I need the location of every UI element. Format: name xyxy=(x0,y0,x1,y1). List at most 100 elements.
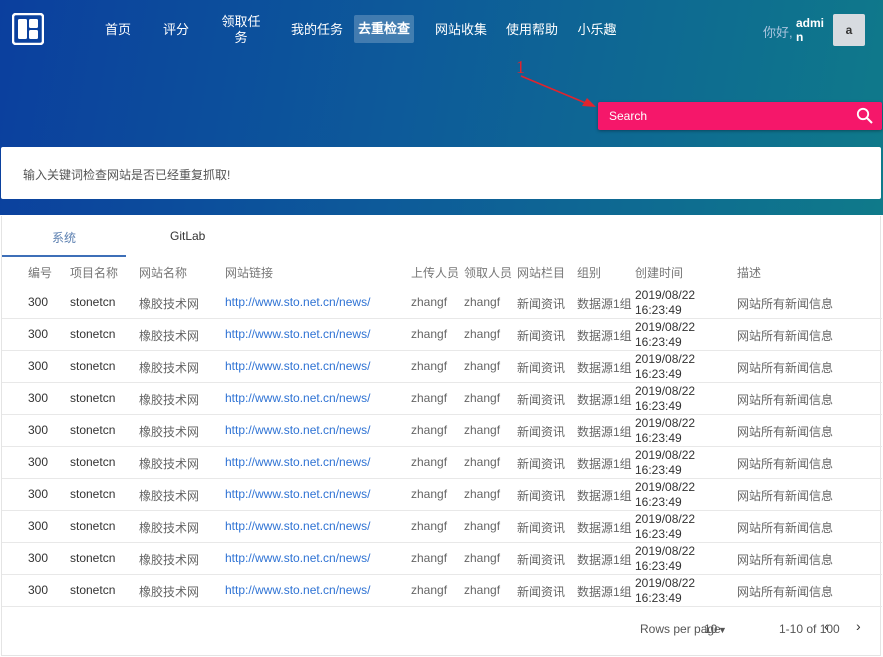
cell-id: 300 xyxy=(28,583,49,597)
cell-uploader: zhangf xyxy=(411,455,448,469)
cell-site-url[interactable]: http://www.sto.net.cn/news/ xyxy=(225,583,370,597)
cell-site-name: 橡胶技术网 xyxy=(139,361,200,375)
cell-site-name: 橡胶技术网 xyxy=(139,425,200,439)
cell-description: 网站所有新闻信息 xyxy=(737,457,834,471)
cell-id: 300 xyxy=(28,455,49,469)
cell-created: 2019/08/22 16:23:49 xyxy=(635,416,696,445)
cell-claimer: zhangf xyxy=(464,583,501,597)
cell-group: 数据源1组 xyxy=(577,329,632,343)
prev-page-button[interactable]: ‹ xyxy=(824,618,829,634)
cell-created: 2019/08/22 16:23:49 xyxy=(635,512,696,541)
tab-active-indicator xyxy=(2,255,126,257)
cell-description: 网站所有新闻信息 xyxy=(737,425,834,439)
app-logo-icon[interactable] xyxy=(12,13,44,45)
table-row[interactable]: 300 stonetcn 橡胶技术网 http://www.sto.net.cn/ne… xyxy=(2,479,882,511)
cell-section: 新闻资讯 xyxy=(517,521,566,535)
column-header-project[interactable]: 项目名称 xyxy=(70,264,118,281)
next-page-button[interactable]: › xyxy=(856,618,861,634)
search-input[interactable]: Search xyxy=(609,109,647,123)
cell-created: 2019/08/22 16:23:49 xyxy=(635,352,696,381)
column-header-site-name[interactable]: 网站名称 xyxy=(139,264,187,281)
cell-uploader: zhangf xyxy=(411,423,448,437)
table-row[interactable]: 300 stonetcn 橡胶技术网 http://www.sto.net.cn/ne… xyxy=(2,575,882,607)
cell-site-url[interactable]: http://www.sto.net.cn/news/ xyxy=(225,487,370,501)
chevron-down-icon[interactable]: ▼ xyxy=(718,625,727,635)
cell-id: 300 xyxy=(28,359,49,373)
tab-gitlab[interactable]: GitLab xyxy=(170,229,205,243)
cell-section: 新闻资讯 xyxy=(517,361,566,375)
table-row[interactable]: 300 stonetcn 橡胶技术网 http://www.sto.net.cn/ne… xyxy=(2,287,882,319)
cell-uploader: zhangf xyxy=(411,359,448,373)
cell-site-url[interactable]: http://www.sto.net.cn/news/ xyxy=(225,295,370,309)
cell-group: 数据源1组 xyxy=(577,553,632,567)
cell-site-url[interactable]: http://www.sto.net.cn/news/ xyxy=(225,423,370,437)
cell-section: 新闻资讯 xyxy=(517,585,566,599)
cell-description: 网站所有新闻信息 xyxy=(737,585,834,599)
table-row[interactable]: 300 stonetcn 橡胶技术网 http://www.sto.net.cn/ne… xyxy=(2,319,882,351)
nav-item-help[interactable]: 使用帮助 xyxy=(503,22,561,38)
table-row[interactable]: 300 stonetcn 橡胶技术网 http://www.sto.net.cn/ne… xyxy=(2,543,882,575)
cell-section: 新闻资讯 xyxy=(517,329,566,343)
cell-section: 新闻资讯 xyxy=(517,297,566,311)
column-header-claimer[interactable]: 领取人员 xyxy=(464,264,512,281)
cell-claimer: zhangf xyxy=(464,423,501,437)
cell-id: 300 xyxy=(28,391,49,405)
tab-system[interactable]: 系统 xyxy=(52,229,76,246)
nav-item-rating[interactable]: 评分 xyxy=(158,22,194,38)
nav-item-my-tasks[interactable]: 我的任务 xyxy=(288,22,346,38)
greeting-text: 你好, xyxy=(763,25,793,40)
column-header-id[interactable]: 编号 xyxy=(28,264,52,281)
table-row[interactable]: 300 stonetcn 橡胶技术网 http://www.sto.net.cn/ne… xyxy=(2,511,882,543)
cell-site-name: 橡胶技术网 xyxy=(139,553,200,567)
cell-created: 2019/08/22 16:23:49 xyxy=(635,384,696,413)
cell-created: 2019/08/22 16:23:49 xyxy=(635,320,696,349)
avatar[interactable]: a xyxy=(833,14,865,46)
column-header-description[interactable]: 描述 xyxy=(737,264,761,281)
table-row[interactable]: 300 stonetcn 橡胶技术网 http://www.sto.net.cn/ne… xyxy=(2,415,882,447)
cell-claimer: zhangf xyxy=(464,327,501,341)
search-icon[interactable] xyxy=(856,107,874,125)
column-header-section[interactable]: 网站栏目 xyxy=(517,264,565,281)
table-row[interactable]: 300 stonetcn 橡胶技术网 http://www.sto.net.cn/ne… xyxy=(2,351,882,383)
column-header-group[interactable]: 组别 xyxy=(577,264,601,281)
cell-group: 数据源1组 xyxy=(577,585,632,599)
cell-description: 网站所有新闻信息 xyxy=(737,489,834,503)
search-bar[interactable]: Search xyxy=(598,102,882,130)
column-header-site-url[interactable]: 网站链接 xyxy=(225,264,273,281)
nav-item-site-collection[interactable]: 网站收集 xyxy=(432,22,490,38)
cell-project: stonetcn xyxy=(70,551,116,565)
cell-description: 网站所有新闻信息 xyxy=(737,297,834,311)
cell-site-name: 橡胶技术网 xyxy=(139,297,200,311)
cell-site-url[interactable]: http://www.sto.net.cn/news/ xyxy=(225,455,370,469)
cell-site-url[interactable]: http://www.sto.net.cn/news/ xyxy=(225,519,370,533)
cell-site-url[interactable]: http://www.sto.net.cn/news/ xyxy=(225,359,370,373)
cell-site-name: 橡胶技术网 xyxy=(139,393,200,407)
cell-group: 数据源1组 xyxy=(577,521,632,535)
cell-claimer: zhangf xyxy=(464,295,501,309)
cell-group: 数据源1组 xyxy=(577,393,632,407)
cell-site-url[interactable]: http://www.sto.net.cn/news/ xyxy=(225,327,370,341)
cell-site-name: 橡胶技术网 xyxy=(139,329,200,343)
cell-claimer: zhangf xyxy=(464,359,501,373)
cell-description: 网站所有新闻信息 xyxy=(737,521,834,535)
cell-id: 300 xyxy=(28,423,49,437)
rows-per-page-select[interactable]: 10 xyxy=(704,622,717,636)
cell-project: stonetcn xyxy=(70,295,116,309)
nav-item-claim-task[interactable]: 领取任务 xyxy=(218,14,264,46)
column-header-uploader[interactable]: 上传人员 xyxy=(411,264,459,281)
cell-uploader: zhangf xyxy=(411,487,448,501)
cell-section: 新闻资讯 xyxy=(517,553,566,567)
cell-uploader: zhangf xyxy=(411,551,448,565)
cell-uploader: zhangf xyxy=(411,583,448,597)
cell-site-url[interactable]: http://www.sto.net.cn/news/ xyxy=(225,391,370,405)
cell-group: 数据源1组 xyxy=(577,457,632,471)
cell-site-url[interactable]: http://www.sto.net.cn/news/ xyxy=(225,551,370,565)
nav-item-dedup-check[interactable]: 去重检查 xyxy=(354,15,414,43)
cell-created: 2019/08/22 16:23:49 xyxy=(635,448,696,477)
column-header-created[interactable]: 创建时间 xyxy=(635,264,683,281)
table-row[interactable]: 300 stonetcn 橡胶技术网 http://www.sto.net.cn/ne… xyxy=(2,447,882,479)
table-row[interactable]: 300 stonetcn 橡胶技术网 http://www.sto.net.cn/ne… xyxy=(2,383,882,415)
nav-item-fun[interactable]: 小乐趣 xyxy=(574,22,620,38)
nav-item-home[interactable]: 首页 xyxy=(100,22,136,38)
cell-section: 新闻资讯 xyxy=(517,489,566,503)
